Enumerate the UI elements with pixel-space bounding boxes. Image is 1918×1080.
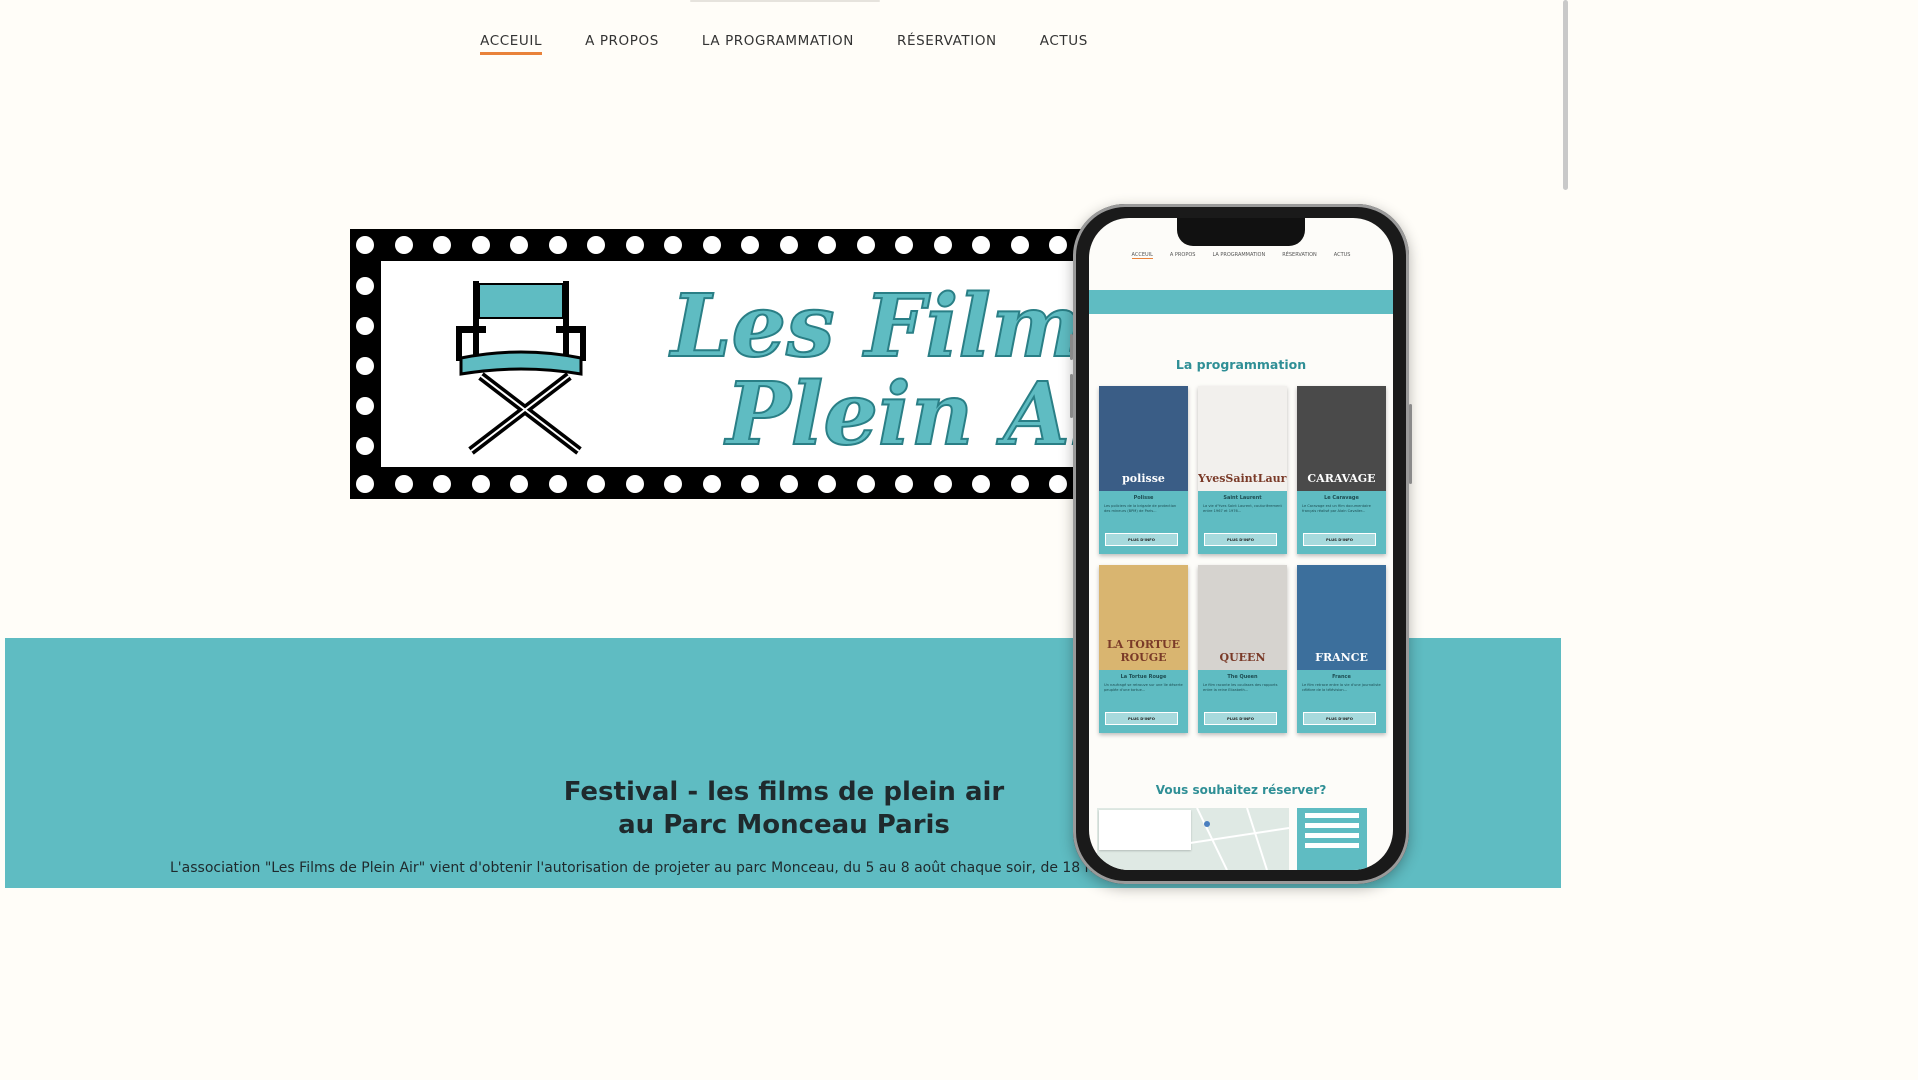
logo-wordmark: Les Films Plein Air: [670, 282, 1110, 465]
mockup-film-grid: polisse Polisse Les policiers de la brigad…: [1099, 386, 1387, 733]
mockup-nav-item: LA PROGRAMMATION: [1212, 252, 1266, 258]
mockup-nav-item: RÉSERVATION: [1282, 252, 1317, 258]
film-card: polisse Polisse Les policiers de la brigad…: [1099, 386, 1188, 554]
film-description: Le film retrace entre la vie d'une journ…: [1302, 683, 1381, 692]
film-more-info-button[interactable]: PLUS D'INFO: [1204, 712, 1277, 725]
nav-item-a-propos[interactable]: A PROPOS: [585, 33, 659, 55]
film-card: YvesSaintLaurentSaint LaurentLa vie d'Yv…: [1198, 386, 1287, 554]
phone-power-button: [1409, 404, 1412, 484]
phone-side-button: [1070, 334, 1073, 360]
film-poster-text: polisse: [1122, 472, 1165, 485]
film-poster-text: CARAVAGE: [1307, 472, 1376, 485]
mockup-nav-item: ACTUS: [1333, 252, 1351, 258]
film-poster: polisse: [1099, 386, 1188, 491]
film-holes-left: [356, 277, 374, 455]
film-poster-text: LA TORTUE ROUGE: [1107, 638, 1180, 664]
film-description: Les policiers de la brigade de protectio…: [1104, 504, 1177, 513]
top-edge-line: [690, 0, 880, 2]
logo-line-1: Les Films: [670, 276, 1110, 377]
mockup-teal-bar: [1089, 290, 1393, 314]
film-poster: QUEEN: [1198, 565, 1287, 670]
film-more-info-button[interactable]: PLUS D'INFO: [1105, 712, 1178, 725]
film-poster: FRANCE: [1297, 565, 1386, 670]
main-nav: ACCEUIL A PROPOS LA PROGRAMMATION RÉSERV…: [0, 33, 1568, 55]
phone-volume-button: [1070, 374, 1073, 418]
film-poster: CARAVAGE: [1297, 386, 1386, 491]
film-more-info-button[interactable]: PLUS D'INFO: [1105, 533, 1178, 546]
mockup-map: [1097, 808, 1289, 870]
banner-inner: Les Films Plein Air: [381, 261, 1110, 467]
hero-title-line-2: au Parc Monceau Paris: [618, 810, 950, 840]
film-description: Un naufragé se retrouve sur une île dése…: [1104, 683, 1183, 692]
film-card: CARAVAGE Le Caravage Le Caravage est un fi…: [1297, 386, 1386, 554]
film-poster-text: QUEEN: [1219, 651, 1266, 664]
phone-screen: ACCEUIL A PROPOS LA PROGRAMMATION RÉSERV…: [1089, 218, 1393, 870]
film-more-info-button[interactable]: PLUS D'INFO: [1303, 712, 1376, 725]
film-description: La vie d'Yves Saint Laurent, couturièrem…: [1203, 504, 1282, 513]
film-poster-text: YvesSaintLaurent: [1198, 472, 1287, 485]
mockup-reservation-form: [1297, 808, 1367, 870]
film-poster: LA TORTUE ROUGE: [1099, 565, 1188, 670]
mockup-nav-item: A PROPOS: [1169, 252, 1196, 258]
film-description: Le Caravage est un film documentaire fra…: [1302, 504, 1371, 513]
phone-mockup: ACCEUIL A PROPOS LA PROGRAMMATION RÉSERV…: [1070, 204, 1412, 884]
nav-item-programmation[interactable]: LA PROGRAMMATION: [702, 33, 854, 55]
film-card: LA TORTUE ROUGE La Tortue Rouge Un naufrag…: [1099, 565, 1188, 733]
film-description: Le film raconte les coulisses des rappor…: [1203, 683, 1278, 692]
film-card: QUEEN The Queen Le film raconte les coulis…: [1198, 565, 1287, 733]
nav-item-actus[interactable]: ACTUS: [1040, 33, 1088, 55]
phone-notch: [1177, 218, 1305, 246]
scrollbar-thumb[interactable]: [1563, 0, 1568, 190]
hero-title-line-1: Festival - les films de plein air: [563, 777, 1005, 807]
mockup-nav-item: ACCEUIL: [1131, 252, 1153, 259]
mockup-reserve-title: Vous souhaitez réserver?: [1155, 783, 1327, 797]
film-more-info-button[interactable]: PLUS D'INFO: [1204, 533, 1277, 546]
map-roads-icon: [1156, 808, 1289, 870]
festival-logo-banner: Les Films Plein Air: [350, 229, 1110, 499]
film-poster: YvesSaintLaurent: [1198, 386, 1287, 491]
film-more-info-button[interactable]: PLUS D'INFO: [1303, 533, 1376, 546]
mockup-section-title: La programmation: [1175, 357, 1307, 372]
film-holes-top: [350, 236, 1106, 254]
director-chair-icon: [456, 281, 586, 455]
mockup-nav: ACCEUIL A PROPOS LA PROGRAMMATION RÉSERV…: [1089, 252, 1393, 259]
nav-item-reservation[interactable]: RÉSERVATION: [897, 33, 997, 55]
nav-item-accueil[interactable]: ACCEUIL: [480, 33, 543, 55]
film-holes-bottom: [350, 475, 1106, 493]
film-poster-text: FRANCE: [1315, 651, 1368, 664]
logo-line-2: Plein Air: [725, 364, 1110, 465]
film-card: FRANCE France Le film retrace entre la vie…: [1297, 565, 1386, 733]
